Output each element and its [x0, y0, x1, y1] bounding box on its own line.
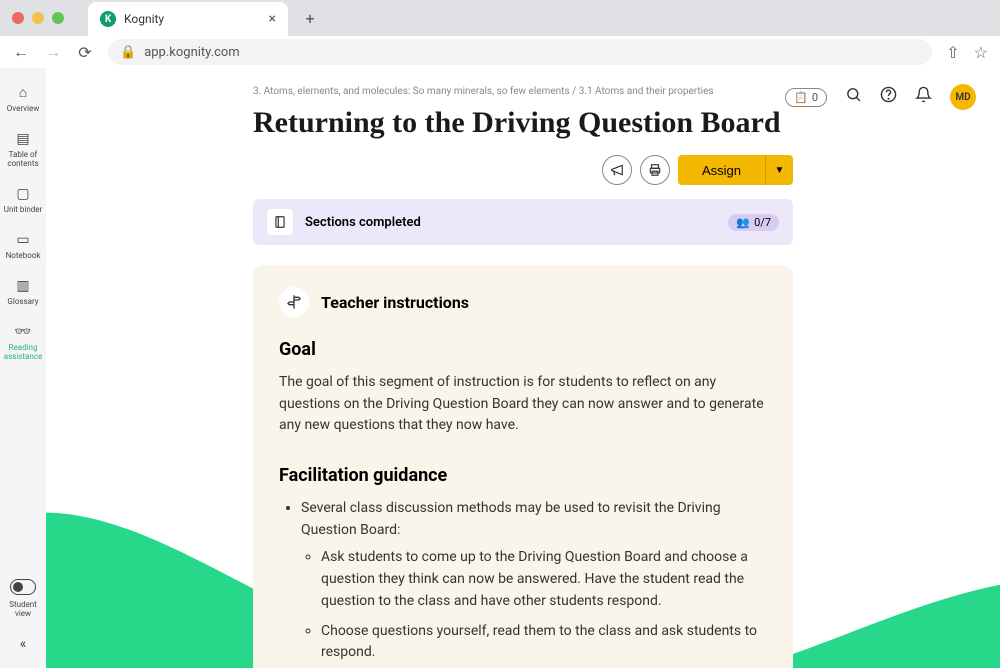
browser-chrome: K Kognity × + ← → ⟳ 🔒 app.kognity.com ⇧ … — [0, 0, 1000, 68]
sections-count-badge: 👥 0/7 — [728, 214, 779, 231]
share-icon[interactable]: ⇧ — [946, 43, 959, 62]
address-row: ← → ⟳ 🔒 app.kognity.com ⇧ ☆ — [0, 36, 1000, 68]
back-icon[interactable]: ← — [12, 42, 30, 62]
minimize-window[interactable] — [32, 12, 44, 24]
teacher-instructions-card: Teacher instructions Goal The goal of th… — [253, 265, 793, 668]
help-icon[interactable] — [880, 86, 897, 108]
page-title: Returning to the Driving Question Board — [253, 105, 793, 141]
breadcrumb[interactable]: 3. Atoms, elements, and molecules: So ma… — [253, 86, 793, 97]
signpost-icon — [279, 287, 309, 317]
badge-count: 0 — [812, 91, 818, 104]
lock-icon: 🔒 — [120, 45, 136, 60]
print-button[interactable] — [640, 155, 670, 185]
bookmark-icon[interactable]: ☆ — [974, 43, 988, 62]
new-tab-button[interactable]: + — [296, 4, 324, 32]
facilitation-heading: Facilitation guidance — [279, 465, 767, 486]
sidebar-item-notebook[interactable]: ▭ Notebook — [0, 232, 46, 260]
maximize-window[interactable] — [52, 12, 64, 24]
sidebar-label: Student view — [2, 600, 44, 618]
glossary-icon: ▥ — [16, 278, 29, 294]
action-bar: Assign ▼ — [253, 155, 793, 185]
sections-completed-label: Sections completed — [305, 215, 716, 230]
favicon: K — [100, 11, 116, 27]
clipboard-badge[interactable]: 📋 0 — [785, 88, 827, 107]
clipboard-icon: 📋 — [794, 91, 808, 104]
goal-heading: Goal — [279, 339, 767, 360]
people-icon: 👥 — [736, 216, 750, 229]
bell-icon[interactable] — [915, 86, 932, 108]
avatar[interactable]: MD — [950, 84, 976, 110]
main-content: 📋 0 MD 3. Atoms, elements, and molecules… — [46, 68, 1000, 668]
sidebar: ⌂ Overview ▤ Table of contents ▢ Unit bi… — [0, 68, 46, 668]
close-window[interactable] — [12, 12, 24, 24]
folder-icon: ▢ — [16, 186, 29, 202]
search-icon[interactable] — [845, 86, 862, 108]
home-icon: ⌂ — [19, 84, 27, 101]
sidebar-item-reading-assistance[interactable]: 👓 Reading assistance — [0, 324, 46, 361]
announce-button[interactable] — [602, 155, 632, 185]
address-bar[interactable]: 🔒 app.kognity.com — [108, 39, 932, 65]
sidebar-item-toc[interactable]: ▤ Table of contents — [0, 131, 46, 168]
sidebar-label: Overview — [7, 104, 39, 113]
sidebar-label: Table of contents — [2, 150, 44, 168]
sidebar-item-glossary[interactable]: ▥ Glossary — [0, 278, 46, 306]
assign-dropdown[interactable]: ▼ — [765, 155, 793, 185]
tab-bar: K Kognity × + — [0, 0, 1000, 36]
window-controls — [12, 12, 64, 24]
top-toolbar: 📋 0 MD — [785, 84, 976, 110]
assign-button-group: Assign ▼ — [678, 155, 793, 185]
list-item: Several class discussion methods may be … — [301, 498, 767, 668]
sidebar-label: Glossary — [7, 297, 38, 306]
sidebar-label: Notebook — [6, 251, 41, 260]
sidebar-item-binder[interactable]: ▢ Unit binder — [0, 186, 46, 214]
notebook-icon: ▭ — [16, 232, 29, 248]
facilitation-intro: Several class discussion methods may be … — [301, 500, 721, 538]
tab-title: Kognity — [124, 12, 261, 26]
list-item: Ask students to come up to the Driving Q… — [321, 547, 767, 612]
assign-button[interactable]: Assign — [678, 155, 765, 185]
url-text: app.kognity.com — [144, 45, 240, 60]
sidebar-label: Reading assistance — [2, 343, 44, 361]
list-item: Choose questions yourself, read them to … — [321, 621, 767, 664]
close-tab-icon[interactable]: × — [269, 11, 276, 27]
goal-text: The goal of this segment of instruction … — [279, 372, 767, 437]
glasses-icon: 👓 — [14, 324, 31, 340]
collapse-sidebar-icon[interactable]: « — [20, 636, 27, 652]
sidebar-label: Unit binder — [4, 205, 42, 214]
reload-icon[interactable]: ⟳ — [76, 43, 94, 62]
teacher-instructions-heading: Teacher instructions — [321, 293, 469, 312]
sections-completed-banner[interactable]: Sections completed 👥 0/7 — [253, 199, 793, 245]
toggle-icon — [10, 579, 36, 595]
toc-icon: ▤ — [16, 131, 29, 147]
sections-count: 0/7 — [754, 216, 771, 229]
book-icon — [267, 209, 293, 235]
forward-icon: → — [44, 42, 62, 62]
facilitation-list: Several class discussion methods may be … — [279, 498, 767, 668]
browser-tab[interactable]: K Kognity × — [88, 2, 288, 36]
sidebar-item-overview[interactable]: ⌂ Overview — [0, 84, 46, 113]
student-view-toggle[interactable]: Student view — [0, 579, 46, 618]
